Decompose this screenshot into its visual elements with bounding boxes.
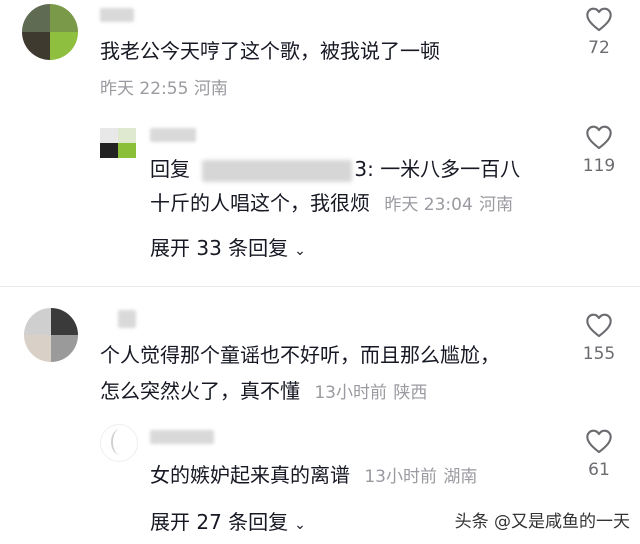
username[interactable] [100, 8, 134, 22]
reply-username[interactable] [150, 128, 196, 142]
reply-avatar[interactable] [100, 424, 138, 462]
username[interactable] [118, 310, 136, 328]
reply-target-tail: 3: [354, 157, 374, 181]
comment-time: 昨天 22:55 [100, 79, 189, 99]
expand-replies-label: 展开 27 条回复 [150, 510, 289, 534]
comment-text-end: 怎么突然火了，真不懂 [100, 379, 300, 403]
chevron-down-icon: ⌄ [294, 243, 306, 259]
like-button[interactable]: 72 [575, 6, 623, 58]
reply-like-count: 119 [582, 156, 616, 176]
heart-outline-icon [586, 429, 612, 454]
reply-like-count: 61 [588, 460, 610, 480]
heart-outline-icon [586, 125, 612, 150]
chevron-down-icon: ⌄ [294, 517, 306, 533]
reply-body-start: 一米八多一百八 [380, 157, 521, 181]
divider [0, 286, 640, 287]
watermark: 头条 @又是咸鱼的一天 [454, 512, 630, 532]
avatar[interactable] [24, 308, 78, 362]
reply-time: 昨天 23:04 [384, 195, 473, 215]
reply-location: 河南 [479, 195, 514, 215]
comment-text-line1: 个人觉得那个童谣也不好听，而且那么尴尬， [100, 343, 500, 367]
reply-target-blurred[interactable] [202, 159, 353, 182]
like-count: 72 [588, 38, 610, 58]
reply-text-line1: 回复 3: 一米八多一百八 [150, 154, 520, 184]
heart-outline-icon [586, 7, 612, 32]
comment-time: 13小时前 [314, 383, 387, 403]
expand-replies-button[interactable]: 展开 33 条回复 ⌄ [150, 232, 306, 261]
like-count: 155 [582, 344, 616, 364]
comment-text-line2: 怎么突然火了，真不懂 13小时前 陕西 [100, 376, 427, 408]
reply-text-line2: 十斤的人唱这个，我很烦 昨天 23:04 河南 [150, 188, 513, 220]
reply-text: 女的嫉妒起来真的离谱 13小时前 湖南 [150, 460, 477, 492]
reply-avatar[interactable] [100, 128, 136, 158]
reply-like-button[interactable]: 61 [575, 428, 623, 480]
expand-replies-button[interactable]: 展开 27 条回复 ⌄ [150, 506, 306, 535]
avatar[interactable] [22, 4, 78, 60]
reply-time: 13小时前 [364, 467, 437, 487]
comment-location: 河南 [193, 79, 228, 99]
comment-meta: 昨天 22:55 河南 [100, 74, 228, 104]
comment-location: 陕西 [393, 383, 428, 403]
comment-text: 我老公今天哼了这个歌，被我说了一顿 [100, 39, 440, 63]
reply-body-end: 十斤的人唱这个，我很烦 [150, 191, 370, 215]
reply-username[interactable] [150, 430, 214, 444]
like-button[interactable]: 155 [575, 312, 623, 364]
reply-like-button[interactable]: 119 [575, 124, 623, 176]
expand-replies-label: 展开 33 条回复 [150, 236, 289, 260]
reply-body: 女的嫉妒起来真的离谱 [150, 463, 350, 487]
reply-prefix: 回复 [150, 157, 190, 181]
reply-location: 湖南 [443, 467, 478, 487]
heart-outline-icon [586, 313, 612, 338]
